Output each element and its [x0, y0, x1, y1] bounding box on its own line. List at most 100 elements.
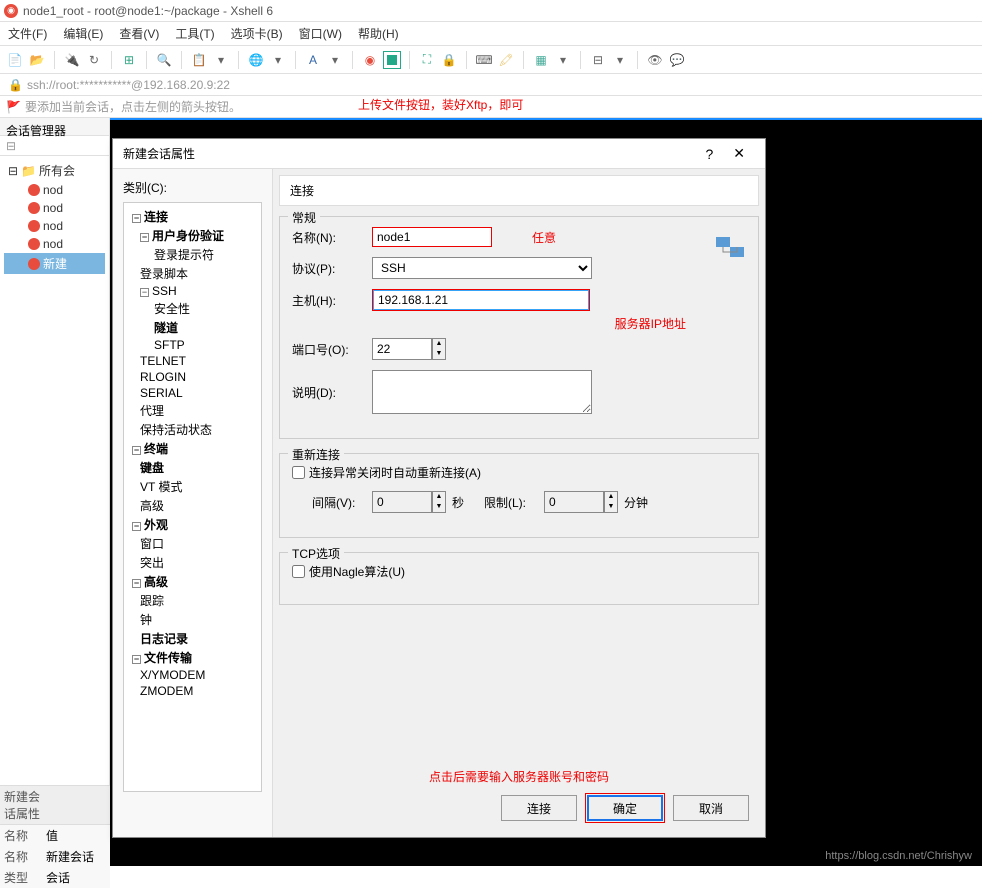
protocol-select[interactable]: SSH [372, 257, 592, 279]
folder-icon: 📁 [21, 164, 36, 178]
menu-tabs[interactable]: 选项卡(B) [231, 25, 283, 42]
panel-header: 连接 [279, 175, 759, 206]
cat-serial[interactable]: SERIAL [126, 385, 259, 401]
cat-trace[interactable]: 跟踪 [126, 591, 259, 610]
open-icon[interactable]: 📂 [28, 51, 46, 69]
session-icon [28, 238, 40, 250]
swirl-icon[interactable]: ◉ [361, 51, 379, 69]
close-button[interactable]: ✕ [723, 145, 755, 162]
connect-icon[interactable]: 🔌 [63, 51, 81, 69]
annotation-after: 点击后需要输入服务器账号和密码 [429, 770, 609, 784]
copy-icon[interactable]: 📋 [190, 51, 208, 69]
dialog-titlebar: 新建会话属性 ? ✕ [113, 139, 765, 169]
cat-filetransfer[interactable]: −文件传输 [126, 648, 259, 667]
description-input[interactable] [372, 370, 592, 414]
reconnect-checkbox[interactable] [292, 466, 305, 479]
spin-up-icon[interactable]: ▲ [433, 339, 445, 349]
eye-icon[interactable]: 👁 [646, 51, 664, 69]
cat-xymodem[interactable]: X/YMODEM [126, 667, 259, 683]
interval-label: 间隔(V): [312, 494, 372, 511]
cat-login-script[interactable]: 登录脚本 [126, 264, 259, 283]
menu-edit[interactable]: 编辑(E) [63, 25, 103, 42]
cat-login-prompt[interactable]: 登录提示符 [126, 245, 259, 264]
toolbar-sep [146, 51, 147, 69]
menu-help[interactable]: 帮助(H) [358, 25, 399, 42]
dropdown-icon[interactable]: ▾ [212, 51, 230, 69]
flag-icon: 🚩 [6, 100, 21, 114]
cat-telnet[interactable]: TELNET [126, 353, 259, 369]
cat-security[interactable]: 安全性 [126, 299, 259, 318]
tile-icon[interactable]: ⊟ [589, 51, 607, 69]
session-item[interactable]: nod [4, 217, 105, 235]
fullscreen-icon[interactable]: ⛶ [418, 51, 436, 69]
cat-bell[interactable]: 钟 [126, 610, 259, 629]
cat-appearance[interactable]: −外观 [126, 515, 259, 534]
cat-ssh[interactable]: −SSH [126, 283, 259, 299]
tree-root[interactable]: ⊟📁所有会 [4, 160, 105, 181]
session-item[interactable]: nod [4, 235, 105, 253]
cat-advanced[interactable]: 高级 [126, 496, 259, 515]
port-spinner[interactable]: ▲▼ [372, 338, 446, 360]
lock-icon[interactable]: 🔒 [440, 51, 458, 69]
search-icon[interactable]: 🔍 [155, 51, 173, 69]
limit-spinner[interactable]: ▲▼ [544, 491, 618, 513]
cat-advanced2[interactable]: −高级 [126, 572, 259, 591]
new-icon[interactable]: 📄 [6, 51, 24, 69]
dropdown-icon[interactable]: ▾ [554, 51, 572, 69]
menu-file[interactable]: 文件(F) [8, 25, 47, 42]
nagle-checkbox[interactable] [292, 565, 305, 578]
session-item[interactable]: nod [4, 181, 105, 199]
keyboard-icon[interactable]: ⌨ [475, 51, 493, 69]
globe-icon[interactable]: 🌐 [247, 51, 265, 69]
dropdown-icon[interactable]: ▾ [269, 51, 287, 69]
session-item-new[interactable]: 新建 [4, 253, 105, 274]
highlight-icon[interactable]: 🖍 [497, 51, 515, 69]
xftp-icon[interactable] [383, 51, 401, 69]
interval-spinner[interactable]: ▲▼ [372, 491, 446, 513]
cat-zmodem[interactable]: ZMODEM [126, 683, 259, 699]
reconnect-chk-label: 连接异常关闭时自动重新连接(A) [309, 464, 481, 481]
font-icon[interactable]: A [304, 51, 322, 69]
props-icon[interactable]: ⊞ [120, 51, 138, 69]
tcp-label: TCP选项 [288, 545, 344, 562]
cat-keepalive[interactable]: 保持活动状态 [126, 420, 259, 439]
cat-logging[interactable]: 日志记录 [126, 629, 259, 648]
cat-connection[interactable]: −连接 [126, 207, 259, 226]
host-label: 主机(H): [292, 292, 372, 309]
name-input[interactable] [372, 227, 492, 247]
cat-vtmode[interactable]: VT 模式 [126, 477, 259, 496]
ok-button[interactable]: 确定 [587, 795, 663, 821]
help-button[interactable]: ? [695, 146, 723, 162]
cat-proxy[interactable]: 代理 [126, 401, 259, 420]
connect-button[interactable]: 连接 [501, 795, 577, 821]
reconnect-icon[interactable]: ↻ [85, 51, 103, 69]
toolbar-sep [238, 51, 239, 69]
app-icon: ◉ [4, 4, 18, 18]
menu-view[interactable]: 查看(V) [119, 25, 159, 42]
cat-rlogin[interactable]: RLOGIN [126, 369, 259, 385]
cat-tunnel[interactable]: 隧道 [126, 318, 259, 337]
cat-highlight[interactable]: 突出 [126, 553, 259, 572]
layout-icon[interactable]: ▦ [532, 51, 550, 69]
chat-icon[interactable]: 💬 [668, 51, 686, 69]
session-manager: 会话管理器 ⊟ ⊟📁所有会 nod nod nod nod 新建 [0, 118, 110, 866]
spin-down-icon[interactable]: ▼ [433, 349, 445, 359]
filter-icon[interactable]: ⊟ [6, 139, 16, 153]
cat-auth[interactable]: −用户身份验证 [126, 226, 259, 245]
category-tree[interactable]: −连接 −用户身份验证 登录提示符 登录脚本 −SSH 安全性 隧道 SFTP … [123, 202, 262, 792]
session-item[interactable]: nod [4, 199, 105, 217]
menu-tools[interactable]: 工具(T) [175, 25, 214, 42]
dropdown-icon[interactable]: ▾ [326, 51, 344, 69]
menu-window[interactable]: 窗口(W) [299, 25, 342, 42]
session-icon [28, 258, 40, 270]
host-input[interactable] [373, 290, 589, 310]
cancel-button[interactable]: 取消 [673, 795, 749, 821]
cat-terminal[interactable]: −终端 [126, 439, 259, 458]
cat-keyboard[interactable]: 键盘 [126, 458, 259, 477]
session-tree[interactable]: ⊟📁所有会 nod nod nod nod 新建 [0, 156, 109, 278]
cat-sftp[interactable]: SFTP [126, 337, 259, 353]
reconnect-label: 重新连接 [288, 446, 344, 463]
cat-window[interactable]: 窗口 [126, 534, 259, 553]
dropdown-icon[interactable]: ▾ [611, 51, 629, 69]
port-input[interactable] [372, 338, 432, 360]
